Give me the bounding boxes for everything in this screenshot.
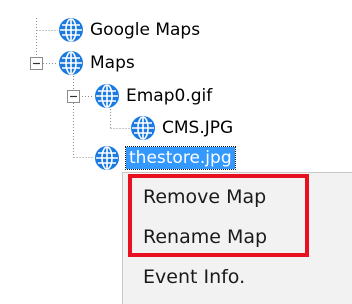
globe-icon [59,18,83,42]
emap0-collapse-icon[interactable] [67,90,80,103]
tree-node-google-maps[interactable]: Google Maps [90,19,200,41]
context-menu: Remove Map Rename Map Event Info. [122,172,352,304]
tree-node-cms[interactable]: CMS.JPG [162,117,233,139]
globe-icon [95,84,119,108]
menu-item-rename-map[interactable]: Rename Map [123,219,352,255]
tree-node-maps[interactable]: Maps [90,52,135,74]
menu-item-label: Event Info. [143,266,246,288]
tree-node-thestore[interactable]: thestore.jpg [125,146,236,170]
menu-item-event-info[interactable]: Event Info. [123,259,352,295]
maps-collapse-icon[interactable] [30,57,43,70]
tree-node-emap0[interactable]: Emap0.gif [126,85,212,107]
globe-icon [59,51,83,75]
globe-icon [95,146,119,170]
menu-item-label: Rename Map [143,226,268,248]
map-tree-window: Google Maps Maps Emap0.gif CMS.JPG thest… [0,0,352,304]
globe-icon [131,116,155,140]
menu-item-remove-map[interactable]: Remove Map [123,179,352,215]
menu-item-label: Remove Map [143,186,267,208]
